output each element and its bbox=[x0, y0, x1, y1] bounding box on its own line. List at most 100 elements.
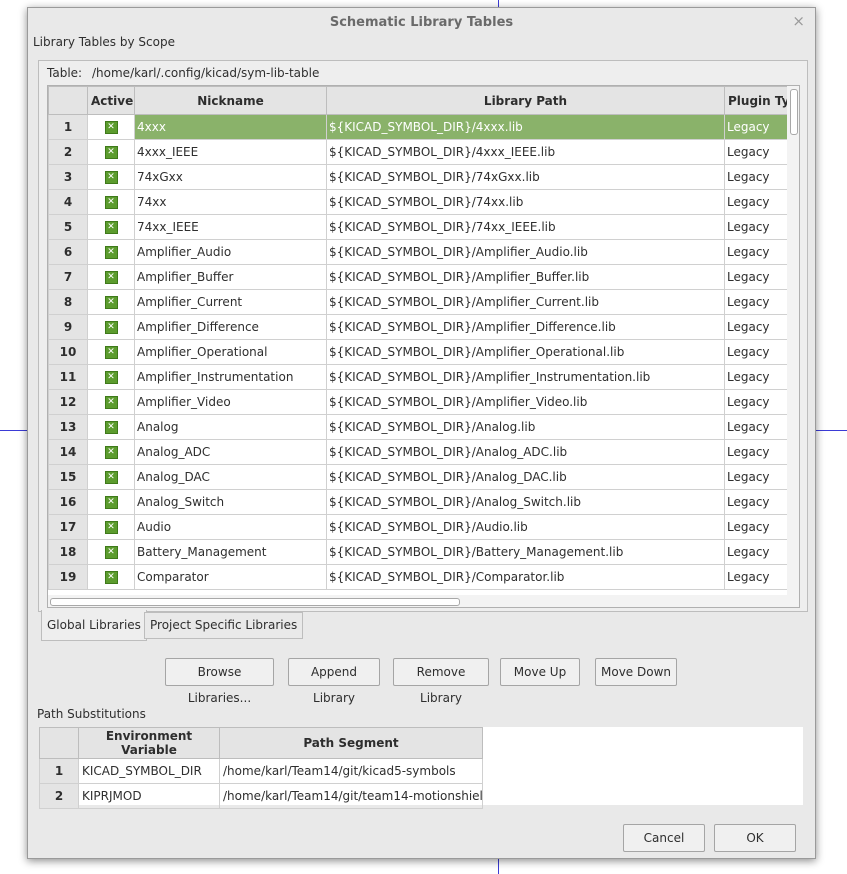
active-cell[interactable]: ✕ bbox=[87, 364, 135, 390]
table-row[interactable]: 13 ✕ Analog ${KICAD_SYMBOL_DIR}/Analog.lib L… bbox=[48, 414, 799, 440]
library-path-cell[interactable]: ${KICAD_SYMBOL_DIR}/Analog_ADC.lib bbox=[326, 439, 725, 465]
library-path-cell[interactable]: ${KICAD_SYMBOL_DIR}/Audio.lib bbox=[326, 514, 725, 540]
active-cell[interactable]: ✕ bbox=[87, 164, 135, 190]
checkbox-checked-icon[interactable]: ✕ bbox=[104, 321, 118, 334]
table-row[interactable]: 5 ✕ 74xx_IEEE ${KICAD_SYMBOL_DIR}/74xx_IEEE… bbox=[48, 214, 799, 240]
table-row[interactable]: 17 ✕ Audio ${KICAD_SYMBOL_DIR}/Audio.lib Leg… bbox=[48, 514, 799, 540]
row-number[interactable]: 10 bbox=[48, 339, 88, 365]
library-grid[interactable]: Active Nickname Library Path Plugin Ty 1… bbox=[47, 85, 800, 608]
checkbox-checked-icon[interactable]: ✕ bbox=[104, 471, 118, 484]
column-header-nickname[interactable]: Nickname bbox=[134, 86, 327, 115]
row-number[interactable]: 19 bbox=[48, 564, 88, 590]
nickname-cell[interactable]: Amplifier_Video bbox=[134, 389, 327, 415]
move-up-button[interactable]: Move Up bbox=[500, 658, 580, 686]
active-cell[interactable]: ✕ bbox=[87, 214, 135, 240]
row-number[interactable]: 8 bbox=[48, 289, 88, 315]
active-cell[interactable]: ✕ bbox=[87, 339, 135, 365]
nickname-cell[interactable]: Amplifier_Buffer bbox=[134, 264, 327, 290]
active-cell[interactable]: ✕ bbox=[87, 114, 135, 140]
nickname-cell[interactable]: Amplifier_Instrumentation bbox=[134, 364, 327, 390]
table-row[interactable]: 18 ✕ Battery_Management ${KICAD_SYMBOL_DIR}… bbox=[48, 539, 799, 565]
checkbox-checked-icon[interactable]: ✕ bbox=[104, 246, 118, 259]
library-path-cell[interactable]: ${KICAD_SYMBOL_DIR}/Analog.lib bbox=[326, 414, 725, 440]
table-row[interactable]: 3 ✕ 74xGxx ${KICAD_SYMBOL_DIR}/74xGxx.lib Le… bbox=[48, 164, 799, 190]
active-cell[interactable]: ✕ bbox=[87, 189, 135, 215]
table-row[interactable]: 2 ✕ 4xxx_IEEE ${KICAD_SYMBOL_DIR}/4xxx_IEEE… bbox=[48, 139, 799, 165]
library-path-cell[interactable]: ${KICAD_SYMBOL_DIR}/4xxx_IEEE.lib bbox=[326, 139, 725, 165]
row-number[interactable]: 2 bbox=[39, 783, 79, 809]
grid-horizontal-scrollbar[interactable] bbox=[48, 595, 787, 607]
library-path-cell[interactable]: ${KICAD_SYMBOL_DIR}/Amplifier_Operationa… bbox=[326, 339, 725, 365]
nickname-cell[interactable]: Analog_ADC bbox=[134, 439, 327, 465]
column-header-environment-variable[interactable]: Environment Variable bbox=[78, 727, 220, 759]
tab-global-libraries[interactable]: Global Libraries bbox=[41, 610, 147, 641]
active-cell[interactable]: ✕ bbox=[87, 314, 135, 340]
row-number[interactable]: 18 bbox=[48, 539, 88, 565]
active-cell[interactable]: ✕ bbox=[87, 564, 135, 590]
environment-variable-cell[interactable]: KICAD_SYMBOL_DIR bbox=[78, 758, 220, 784]
row-number[interactable]: 7 bbox=[48, 264, 88, 290]
table-row[interactable]: 19 ✕ Comparator ${KICAD_SYMBOL_DIR}/Compara… bbox=[48, 564, 799, 590]
library-path-cell[interactable]: ${KICAD_SYMBOL_DIR}/Battery_Management.l… bbox=[326, 539, 725, 565]
row-number[interactable]: 1 bbox=[39, 758, 79, 784]
nickname-cell[interactable]: Amplifier_Current bbox=[134, 289, 327, 315]
row-number[interactable]: 4 bbox=[48, 189, 88, 215]
row-number[interactable]: 16 bbox=[48, 489, 88, 515]
column-header-path-segment[interactable]: Path Segment bbox=[219, 727, 483, 759]
nickname-cell[interactable]: 74xGxx bbox=[134, 164, 327, 190]
checkbox-checked-icon[interactable]: ✕ bbox=[104, 346, 118, 359]
path-segment-cell[interactable]: /home/karl/Team14/git/team14-motionshiel… bbox=[219, 783, 483, 809]
title-bar[interactable]: Schematic Library Tables × bbox=[28, 8, 815, 36]
nickname-cell[interactable]: Analog_Switch bbox=[134, 489, 327, 515]
ok-button[interactable]: OK bbox=[714, 824, 796, 852]
active-cell[interactable]: ✕ bbox=[87, 289, 135, 315]
close-icon[interactable]: × bbox=[792, 12, 805, 30]
checkbox-checked-icon[interactable]: ✕ bbox=[104, 546, 118, 559]
library-path-cell[interactable]: ${KICAD_SYMBOL_DIR}/4xxx.lib bbox=[326, 114, 725, 140]
table-row[interactable]: 12 ✕ Amplifier_Video ${KICAD_SYMBOL_DIR}/Am… bbox=[48, 389, 799, 415]
checkbox-checked-icon[interactable]: ✕ bbox=[104, 521, 118, 534]
row-number[interactable]: 13 bbox=[48, 414, 88, 440]
library-path-cell[interactable]: ${KICAD_SYMBOL_DIR}/74xGxx.lib bbox=[326, 164, 725, 190]
nickname-cell[interactable]: 74xx bbox=[134, 189, 327, 215]
row-number[interactable]: 9 bbox=[48, 314, 88, 340]
nickname-cell[interactable]: Amplifier_Difference bbox=[134, 314, 327, 340]
active-cell[interactable]: ✕ bbox=[87, 414, 135, 440]
path-segment-cell[interactable]: /home/karl/Team14/git/kicad5-symbols bbox=[219, 758, 483, 784]
checkbox-checked-icon[interactable]: ✕ bbox=[104, 421, 118, 434]
row-number[interactable]: 14 bbox=[48, 439, 88, 465]
library-path-cell[interactable]: ${KICAD_SYMBOL_DIR}/74xx_IEEE.lib bbox=[326, 214, 725, 240]
nickname-cell[interactable]: 4xxx bbox=[134, 114, 327, 140]
library-path-cell[interactable]: ${KICAD_SYMBOL_DIR}/Amplifier_Buffer.lib bbox=[326, 264, 725, 290]
library-path-cell[interactable]: ${KICAD_SYMBOL_DIR}/Amplifier_Audio.lib bbox=[326, 239, 725, 265]
table-row[interactable]: 14 ✕ Analog_ADC ${KICAD_SYMBOL_DIR}/Analog_… bbox=[48, 439, 799, 465]
table-row[interactable]: 4 ✕ 74xx ${KICAD_SYMBOL_DIR}/74xx.lib Legacy bbox=[48, 189, 799, 215]
active-cell[interactable]: ✕ bbox=[87, 264, 135, 290]
nickname-cell[interactable]: Comparator bbox=[134, 564, 327, 590]
row-number[interactable]: 3 bbox=[48, 164, 88, 190]
table-row[interactable]: 1 KICAD_SYMBOL_DIR/home/karl/Team14/git/k… bbox=[39, 758, 483, 784]
checkbox-checked-icon[interactable]: ✕ bbox=[104, 121, 118, 134]
subst-grid-corner[interactable] bbox=[39, 727, 79, 759]
nickname-cell[interactable]: Amplifier_Operational bbox=[134, 339, 327, 365]
row-number[interactable]: 5 bbox=[48, 214, 88, 240]
active-cell[interactable]: ✕ bbox=[87, 389, 135, 415]
nickname-cell[interactable]: Analog bbox=[134, 414, 327, 440]
checkbox-checked-icon[interactable]: ✕ bbox=[104, 296, 118, 309]
tab-project-specific-libraries[interactable]: Project Specific Libraries bbox=[144, 612, 304, 639]
checkbox-checked-icon[interactable]: ✕ bbox=[104, 221, 118, 234]
nickname-cell[interactable]: 4xxx_IEEE bbox=[134, 139, 327, 165]
move-down-button[interactable]: Move Down bbox=[595, 658, 677, 686]
nickname-cell[interactable]: Analog_DAC bbox=[134, 464, 327, 490]
row-number[interactable]: 15 bbox=[48, 464, 88, 490]
row-number[interactable]: 11 bbox=[48, 364, 88, 390]
active-cell[interactable]: ✕ bbox=[87, 539, 135, 565]
checkbox-checked-icon[interactable]: ✕ bbox=[104, 271, 118, 284]
column-header-active[interactable]: Active bbox=[87, 86, 135, 115]
row-number[interactable]: 12 bbox=[48, 389, 88, 415]
table-row[interactable]: 8 ✕ Amplifier_Current ${KICAD_SYMBOL_DIR}/A… bbox=[48, 289, 799, 315]
library-path-cell[interactable]: ${KICAD_SYMBOL_DIR}/Comparator.lib bbox=[326, 564, 725, 590]
grid-corner[interactable] bbox=[48, 86, 88, 115]
library-path-cell[interactable]: ${KICAD_SYMBOL_DIR}/Amplifier_Video.lib bbox=[326, 389, 725, 415]
library-path-cell[interactable]: ${KICAD_SYMBOL_DIR}/Amplifier_Instrument… bbox=[326, 364, 725, 390]
